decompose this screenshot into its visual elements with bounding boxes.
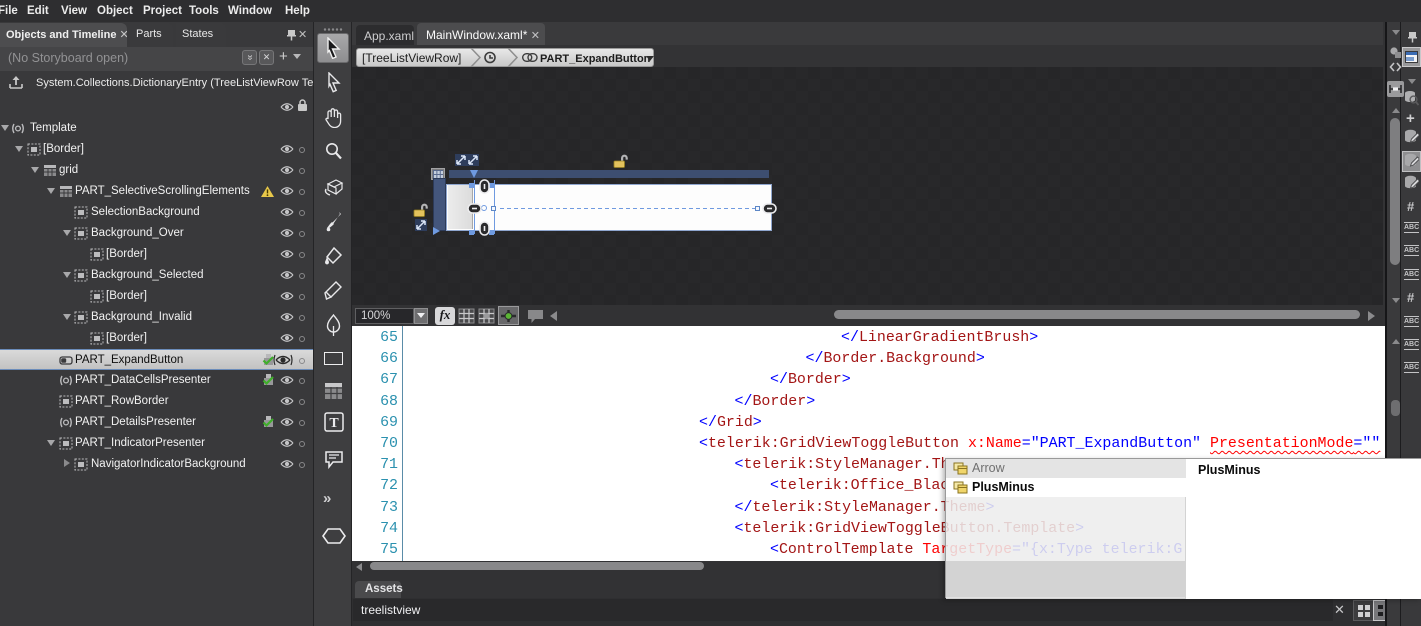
svg-text:T: T: [329, 416, 339, 431]
